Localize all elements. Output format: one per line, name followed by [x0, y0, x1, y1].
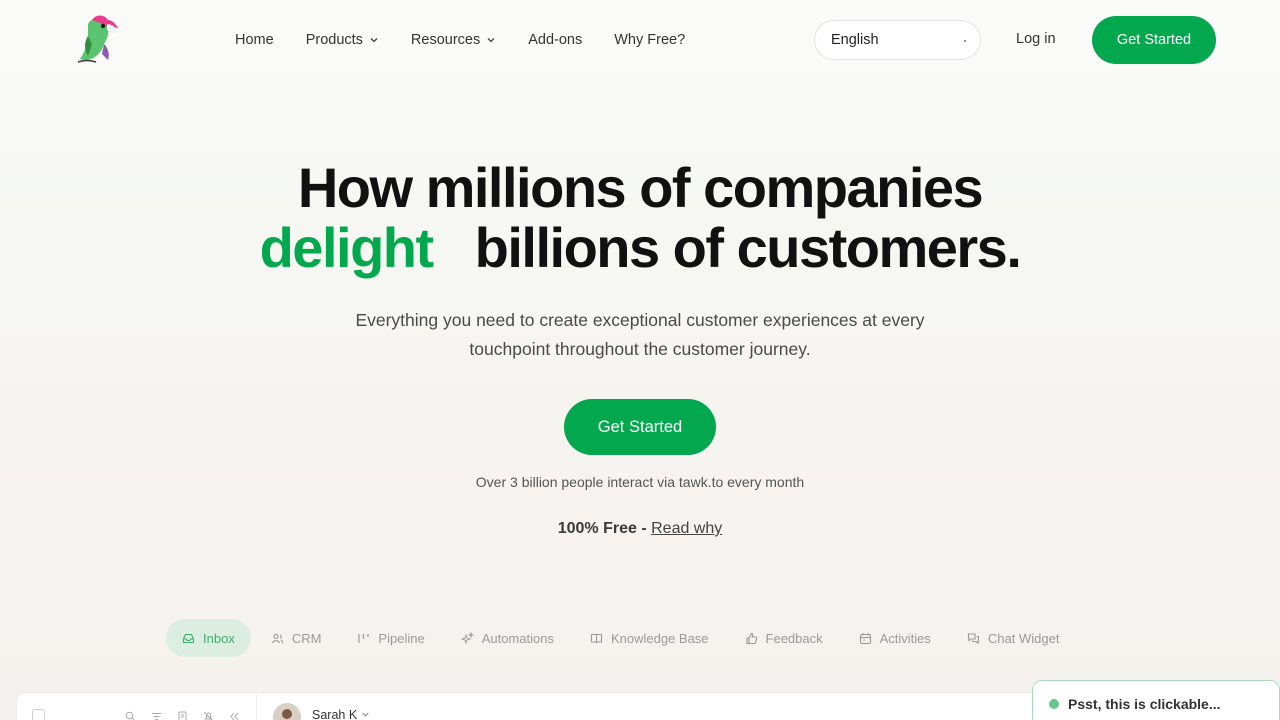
free-statement: 100% Free - Read why [0, 520, 1280, 538]
book-icon [590, 633, 603, 643]
hero-get-started-button[interactable]: Get Started [564, 399, 716, 455]
preview-sidebar [17, 693, 257, 720]
tab-automations-label: Automations [481, 630, 554, 646]
tab-knowledge-base-label: Knowledge Base [610, 630, 709, 646]
tab-activities-label: Activities [879, 630, 931, 646]
chat-icon [967, 632, 979, 644]
filter-icon[interactable] [151, 709, 162, 720]
tab-crm[interactable]: CRM [255, 619, 338, 657]
hero-headline: How millions of companies delight billion… [0, 158, 1280, 278]
tab-feedback[interactable]: Feedback [729, 619, 839, 657]
nav-resources-link[interactable]: Resources [411, 31, 496, 49]
chevron-down-icon [362, 712, 369, 717]
nav-why-free-label: Why Free? [614, 32, 686, 48]
nav-get-started-button[interactable]: Get Started [1092, 16, 1216, 64]
product-tabs: Inbox CRM Pipeline Automations Knowledge… [166, 619, 1079, 657]
tab-crm-label: CRM [291, 630, 322, 646]
nav-products-link[interactable]: Products [306, 31, 379, 49]
hero-highlight-word: delight [259, 216, 435, 279]
tab-knowledge-base[interactable]: Knowledge Base [574, 619, 725, 657]
tab-pipeline[interactable]: Pipeline [341, 619, 440, 657]
nav-products-label: Products [305, 32, 363, 48]
free-label: 100% Free - [557, 520, 647, 537]
read-why-link[interactable]: Read why [651, 520, 722, 537]
users-icon [271, 633, 283, 643]
hero-subtitle: Everything you need to create exceptiona… [355, 310, 925, 359]
nav-home-link[interactable]: Home [235, 31, 274, 49]
chevron-down-icon [370, 38, 378, 43]
language-select[interactable]: English [814, 20, 981, 60]
tab-inbox[interactable]: Inbox [166, 619, 251, 657]
top-nav: Home Products Resources Add-ons Why Free… [0, 0, 1280, 80]
clickable-hint-toast[interactable]: Psst, this is clickable... [1032, 680, 1280, 720]
sparkle-icon [460, 631, 474, 644]
hero-headline-line2-rest: billions of customers. [474, 216, 1022, 279]
thumbs-up-icon [745, 632, 757, 644]
nav-resources-label: Resources [410, 32, 481, 48]
tab-feedback-label: Feedback [765, 630, 823, 646]
nav-addons-link[interactable]: Add-ons [528, 31, 582, 49]
search-icon[interactable] [125, 709, 136, 720]
hero-headline-line2: delight billions of customers. [0, 218, 1280, 278]
tawk-parrot-logo[interactable] [74, 14, 122, 66]
chevron-down-icon [487, 38, 495, 43]
login-link[interactable]: Log in [1016, 31, 1056, 47]
hero-headline-line1: How millions of companies [297, 156, 984, 219]
calendar-icon [859, 632, 871, 644]
collapse-icon[interactable] [229, 709, 240, 720]
contact-name-label: Sarah K [312, 708, 358, 720]
notes-icon[interactable] [177, 709, 188, 720]
bell-off-icon[interactable] [203, 709, 214, 720]
usage-stat: Over 3 billion people interact via tawk.… [475, 474, 805, 490]
nav-links: Home Products Resources Add-ons Why Free… [235, 31, 717, 49]
tab-inbox-label: Inbox [203, 630, 235, 646]
language-value: English [831, 32, 879, 48]
tab-activities[interactable]: Activities [843, 619, 947, 657]
tab-chat-widget-label: Chat Widget [987, 630, 1060, 646]
nav-home-label: Home [235, 32, 274, 48]
pipeline-icon [358, 633, 370, 643]
toast-text: Psst, this is clickable... [1068, 696, 1221, 712]
select-all-checkbox[interactable] [32, 709, 45, 720]
nav-why-free-link[interactable]: Why Free? [614, 31, 685, 49]
inbox-icon [182, 633, 195, 643]
select-caret-icon [964, 40, 966, 42]
tab-chat-widget[interactable]: Chat Widget [951, 619, 1076, 657]
preview-toolbar [125, 709, 255, 720]
avatar [273, 703, 301, 720]
contact-name[interactable]: Sarah K [312, 708, 370, 720]
tab-automations[interactable]: Automations [445, 619, 570, 657]
tab-pipeline-label: Pipeline [378, 630, 425, 646]
status-dot-icon [1049, 699, 1059, 709]
nav-addons-label: Add-ons [528, 32, 583, 48]
